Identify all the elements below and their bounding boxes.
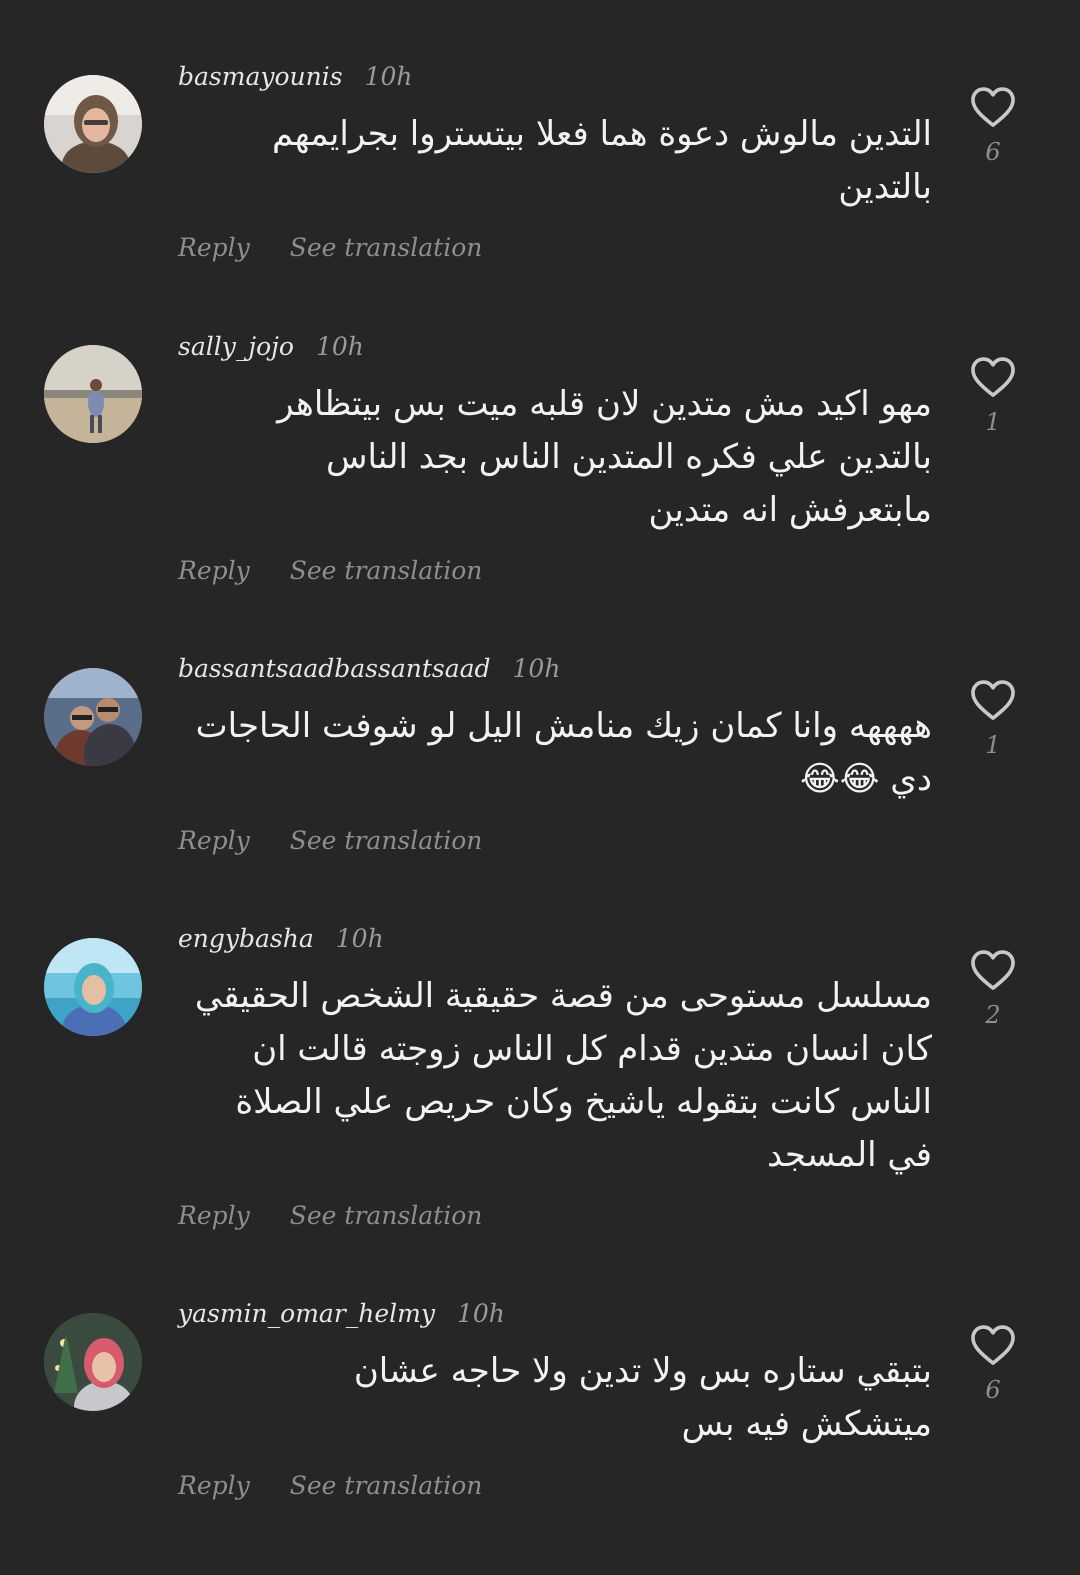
comments-screen: basmayounis 10h التدين مالوش دعوة هما فعل… [0, 0, 1080, 1575]
comment-text: التدين مالوش دعوة هما فعلا بيتستروا بجرا… [271, 114, 932, 207]
avatar-photo [44, 345, 142, 443]
see-translation-button[interactable]: See translation [290, 826, 483, 855]
username[interactable]: sally_jojo [178, 332, 294, 361]
like-control: 1 [968, 679, 1018, 759]
reply-button[interactable]: Reply [178, 826, 250, 855]
username[interactable]: bassantsaadbassantsaad [178, 654, 491, 683]
comment-time: 10h [335, 924, 384, 953]
comment-meta: engybasha 10h [178, 924, 384, 964]
reply-button[interactable]: Reply [178, 1471, 250, 1500]
avatar-photo [44, 75, 142, 173]
comment-time: 10h [364, 62, 413, 91]
comment-time: 10h [315, 332, 364, 361]
see-translation-button[interactable]: See translation [290, 233, 483, 262]
avatar-photo [44, 668, 142, 766]
see-translation-button[interactable]: See translation [290, 1471, 483, 1500]
comment-meta: basmayounis 10h [178, 62, 412, 102]
comment-time: 10h [512, 654, 561, 683]
heart-outline-icon[interactable] [970, 356, 1016, 398]
comment-text: ههههه وانا كمان زيك منامش اليل لو شوفت ا… [195, 706, 932, 799]
comment-text: مسلسل مستوحى من قصة حقيقية الشخص الحقيقي… [194, 976, 932, 1175]
comment-text: مهو اكيد مش متدين لان قلبه ميت بس بيتظاه… [277, 384, 932, 530]
avatar-photo [44, 938, 142, 1036]
comment-meta: yasmin_omar_helmy 10h [178, 1299, 505, 1339]
username[interactable]: basmayounis [178, 62, 343, 91]
username[interactable]: engybasha [178, 924, 314, 953]
see-translation-button[interactable]: See translation [290, 1201, 483, 1230]
heart-outline-icon[interactable] [970, 86, 1016, 128]
comment-text: بتبقي ستاره بس ولا تدين ولا حاجه عشان مي… [353, 1351, 932, 1444]
like-count: 1 [985, 731, 1001, 759]
comment-actions: Reply See translation [178, 1471, 482, 1500]
like-count: 6 [985, 1376, 1001, 1404]
like-control: 2 [968, 949, 1018, 1029]
like-count: 2 [985, 1001, 1001, 1029]
heart-outline-icon[interactable] [970, 949, 1016, 991]
avatar-photo [44, 1313, 142, 1411]
heart-outline-icon[interactable] [970, 679, 1016, 721]
reply-button[interactable]: Reply [178, 1201, 250, 1230]
heart-outline-icon[interactable] [970, 1324, 1016, 1366]
comment-actions: Reply See translation [178, 233, 482, 262]
avatar[interactable] [44, 668, 142, 766]
like-control: 6 [968, 1324, 1018, 1404]
comment-meta: bassantsaadbassantsaad 10h [178, 654, 560, 694]
avatar[interactable] [44, 1313, 142, 1411]
see-translation-button[interactable]: See translation [290, 556, 483, 585]
like-count: 6 [985, 138, 1001, 166]
avatar[interactable] [44, 75, 142, 173]
comment-time: 10h [457, 1299, 505, 1328]
comment-actions: Reply See translation [178, 556, 482, 585]
comment-actions: Reply See translation [178, 826, 482, 855]
reply-button[interactable]: Reply [178, 233, 250, 262]
avatar[interactable] [44, 938, 142, 1036]
like-control: 1 [968, 356, 1018, 436]
username[interactable]: yasmin_omar_helmy [178, 1299, 435, 1328]
like-control: 6 [968, 86, 1018, 166]
avatar[interactable] [44, 345, 142, 443]
comment-meta: sally_jojo 10h [178, 332, 364, 372]
comment-actions: Reply See translation [178, 1201, 482, 1230]
reply-button[interactable]: Reply [178, 556, 250, 585]
like-count: 1 [985, 408, 1001, 436]
